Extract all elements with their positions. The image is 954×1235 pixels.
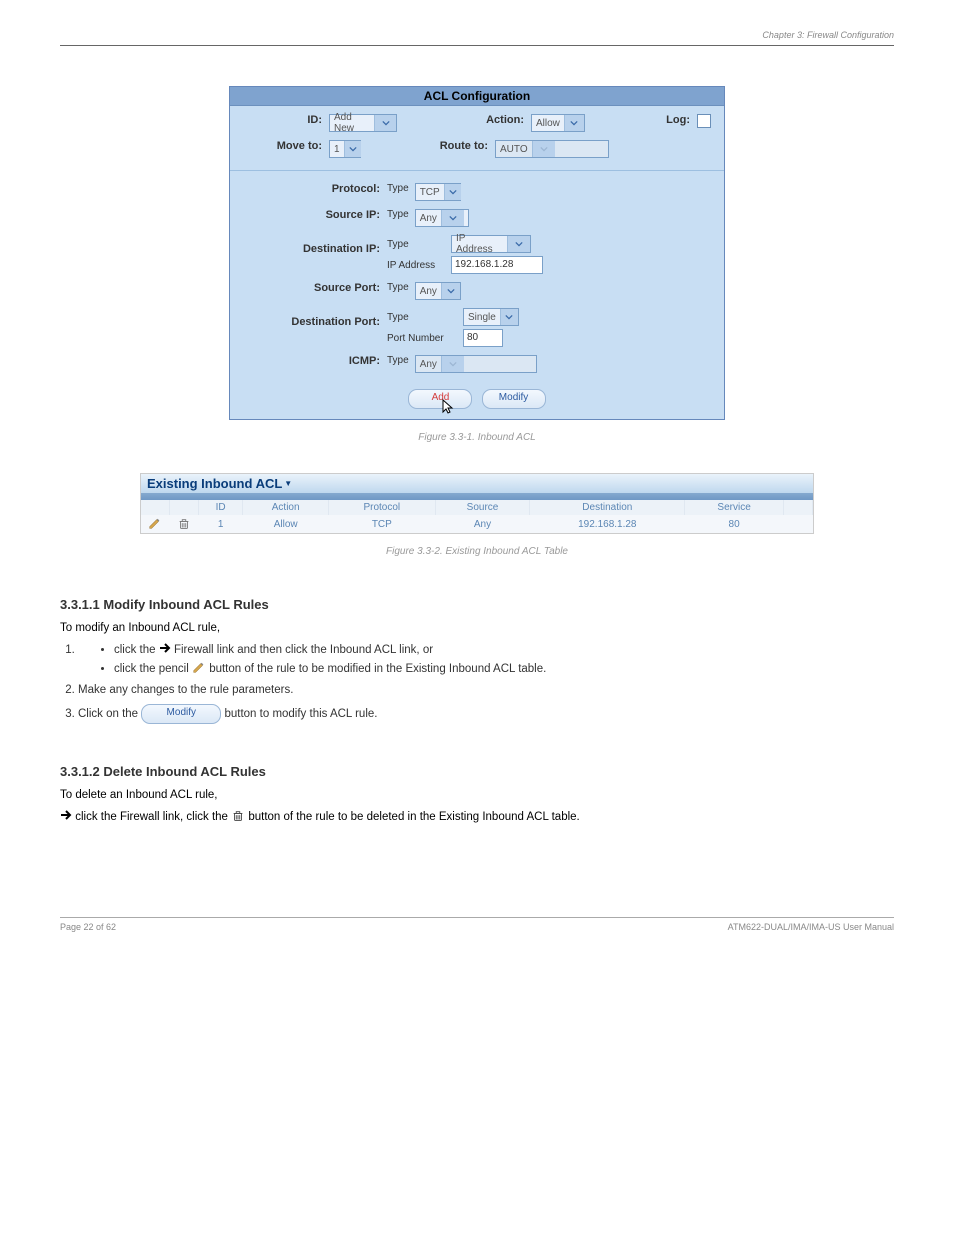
triangle-down-icon: ▼ — [284, 479, 292, 488]
existing-acl-table: ID Action Protocol Source Destination Se… — [141, 500, 813, 533]
section-delete-title: 3.3.1.2 Delete Inbound ACL Rules — [60, 764, 894, 779]
trash-icon — [231, 811, 245, 823]
acl-row-source-ip: Source IP: Type Any — [240, 207, 714, 229]
cursor-icon — [439, 399, 455, 419]
chevron-down-icon — [507, 236, 530, 252]
destination-ip-label: Destination IP: — [240, 233, 384, 257]
modify-steps: click the Firewall link and then click t… — [78, 642, 894, 724]
log-label: Log: — [666, 112, 694, 128]
protocol-type-dropdown[interactable]: TCP — [415, 183, 461, 201]
acl-row-destination-port: Destination Port: Type Single Port Numbe… — [240, 306, 714, 349]
col-id: ID — [199, 500, 243, 515]
source-ip-type-dropdown[interactable]: Any — [415, 209, 469, 227]
chevron-down-icon — [444, 184, 461, 200]
col-source: Source — [435, 500, 530, 515]
destination-port-label: Destination Port: — [240, 306, 384, 330]
type-word: Type — [384, 181, 412, 196]
arrow-right-icon — [60, 811, 72, 823]
chevron-down-icon — [374, 115, 396, 131]
arrow-right-icon — [159, 644, 171, 656]
chevron-down-icon — [441, 356, 464, 372]
destination-ip-type-dropdown[interactable]: IP Address — [451, 235, 531, 253]
icmp-type-dropdown: Any — [415, 355, 537, 373]
page-separator — [60, 45, 894, 46]
acl-row-protocol: Protocol: Type TCP — [240, 181, 714, 203]
action-label: Action: — [400, 112, 528, 128]
edit-row-button[interactable] — [141, 515, 170, 533]
add-button[interactable]: Add — [408, 389, 472, 409]
id-dropdown[interactable]: Add New — [329, 114, 397, 132]
chevron-down-icon — [500, 309, 518, 325]
page-header-chapter: Chapter 3: Firewall Configuration — [60, 30, 894, 40]
acl-row-destination-ip: Destination IP: Type IP Address IP Addre… — [240, 233, 714, 276]
figure-caption-1: Figure 3.3-1. Inbound ACL — [60, 432, 894, 443]
route-to-dropdown: AUTO — [495, 140, 609, 158]
existing-inbound-acl-panel: Existing Inbound ACL▼ ID Action Protocol… — [140, 473, 814, 534]
icmp-label: ICMP: — [240, 353, 384, 369]
chevron-down-icon — [564, 115, 584, 131]
delete-intro: To delete an Inbound ACL rule, — [60, 787, 894, 805]
source-port-label: Source Port: — [240, 280, 384, 296]
acl-row-move-route: Move to: 1 Route to: AUTO — [240, 138, 714, 160]
delete-step: click the Firewall link, click the butto… — [60, 809, 894, 827]
acl-configuration-panel: ACL Configuration ID: Add New Action: Al… — [229, 86, 725, 420]
acl-row-icmp: ICMP: Type Any — [240, 353, 714, 375]
move-to-label: Move to: — [240, 138, 326, 154]
id-label: ID: — [240, 112, 326, 128]
page-footer: Page 22 of 62 ATM622-DUAL/IMA/IMA-US Use… — [60, 917, 894, 932]
acl-row-id-action-log: ID: Add New Action: Allow Log: — [240, 112, 714, 134]
modify-button[interactable]: Modify — [482, 389, 546, 409]
move-to-dropdown[interactable]: 1 — [329, 140, 361, 158]
col-destination: Destination — [530, 500, 685, 515]
footer-page: Page 22 of 62 — [60, 922, 116, 932]
route-to-label: Route to: — [364, 138, 492, 154]
delete-row-button[interactable] — [170, 515, 199, 533]
chevron-down-icon — [532, 141, 555, 157]
table-row: 1 Allow TCP Any 192.168.1.28 80 — [141, 515, 813, 533]
acl-row-source-port: Source Port: Type Any — [240, 280, 714, 302]
col-service: Service — [685, 500, 784, 515]
existing-acl-title[interactable]: Existing Inbound ACL▼ — [141, 474, 813, 493]
chevron-down-icon — [441, 210, 464, 226]
log-checkbox[interactable] — [697, 114, 711, 128]
action-dropdown[interactable]: Allow — [531, 114, 585, 132]
pencil-icon — [192, 663, 206, 675]
destination-port-number-input[interactable]: 80 — [463, 329, 503, 347]
modify-intro: To modify an Inbound ACL rule, — [60, 620, 894, 638]
modify-inline-button: Modify — [141, 704, 221, 724]
col-protocol: Protocol — [329, 500, 436, 515]
section-modify-title: 3.3.1.1 Modify Inbound ACL Rules — [60, 597, 894, 612]
destination-ip-address-input[interactable]: 192.168.1.28 — [451, 256, 543, 274]
destination-port-type-dropdown[interactable]: Single — [463, 308, 519, 326]
source-port-type-dropdown[interactable]: Any — [415, 282, 461, 300]
chevron-down-icon — [344, 141, 361, 157]
figure-caption-2: Figure 3.3-2. Existing Inbound ACL Table — [60, 546, 894, 557]
source-ip-label: Source IP: — [240, 207, 384, 223]
footer-manual: ATM622-DUAL/IMA/IMA-US User Manual — [728, 922, 894, 932]
col-action: Action — [243, 500, 329, 515]
acl-panel-title: ACL Configuration — [230, 87, 724, 106]
protocol-label: Protocol: — [240, 181, 384, 197]
chevron-down-icon — [441, 283, 460, 299]
